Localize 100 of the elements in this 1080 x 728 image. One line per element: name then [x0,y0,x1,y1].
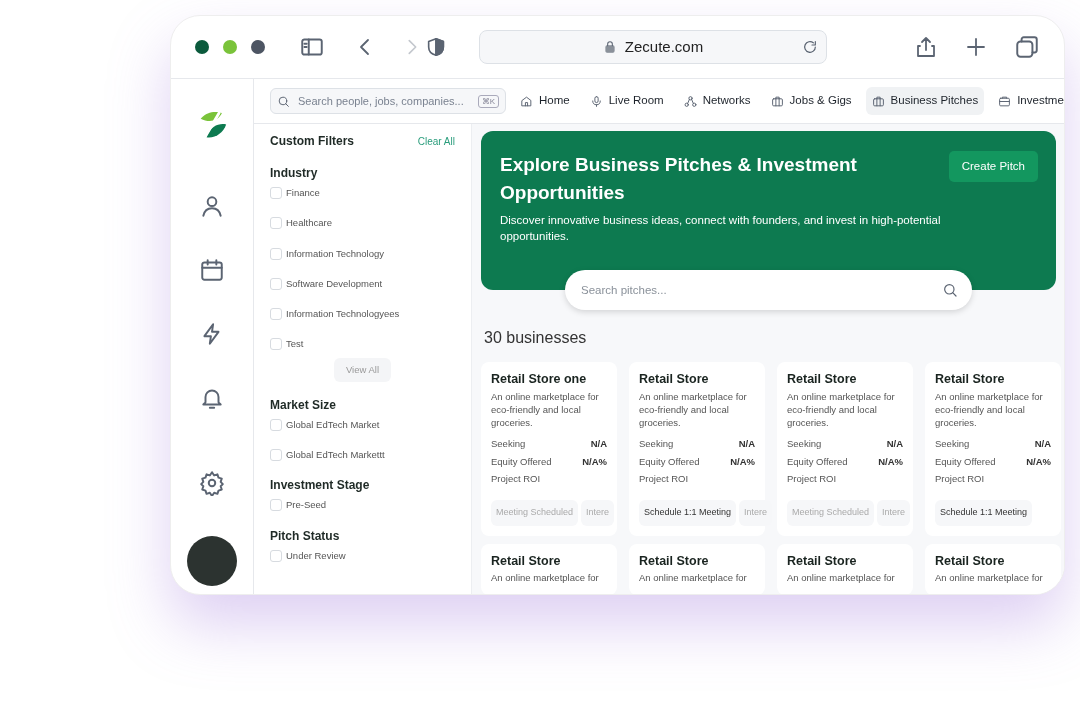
filter-option-label[interactable]: Finance [286,186,320,201]
card-action-button[interactable]: Schedule 1:1 Meeting [935,500,1033,526]
business-card[interactable]: Retail Store An online marketplace for eco-friendly and local groceries. Seeking N/A Equity Offered N/A% Project ROI Schedule 1:1 Meeting [925,362,1061,536]
stat-value: N/A [886,437,903,452]
card-title: Retail Store one [491,371,588,389]
stat-label: Project ROI [491,471,541,486]
nav-tab[interactable]: Networks [677,87,757,115]
reload-icon[interactable] [802,39,818,55]
stat-value: N/A [590,437,607,452]
filter-option-label[interactable]: Information Technology [286,246,385,261]
address-text: Zecute.com [624,36,704,57]
card-title: Retail Store [935,371,1006,389]
shortcut-key: ⌘K [477,94,499,108]
microphone-icon [589,94,603,108]
lock-icon [602,40,617,54]
create-pitch-button[interactable]: Create Pitch [948,151,1038,183]
stat-label: Seeking [491,437,526,452]
card-title: Retail Store [491,552,562,570]
stat-value: N/A [1034,437,1051,452]
stat-label: Project ROI [787,471,837,486]
filter-option-label[interactable]: Software Development [286,276,383,291]
result-count: 30 businesses [484,328,588,349]
nav-tab[interactable]: Business Pitches [865,87,985,115]
filter-option-label[interactable]: Information Technologyees [286,307,400,322]
checkbox[interactable] [270,187,282,200]
settings-icon[interactable] [199,469,225,496]
card-description: An online marketplace for eco-friendly and local groceries. [787,391,896,430]
nav-tab[interactable]: Jobs & Gigs [764,87,858,115]
pitch-search-box[interactable]: Search pitches... [565,270,972,311]
business-card[interactable]: Retail Store An online marketplace for [481,543,617,594]
checkbox[interactable] [270,217,282,230]
checkbox[interactable] [270,338,282,351]
filters-title: Custom Filters [270,133,354,150]
business-card[interactable]: Retail Store An online marketplace for [777,543,913,594]
filter-group-title: Industry [270,165,319,182]
plus-icon[interactable] [964,35,988,59]
card-description: An online marketplace for [787,572,896,586]
card-description: An online marketplace for eco-friendly and local groceries. [639,391,748,430]
stat-label: Equity Offered [787,454,848,469]
nav-tab[interactable]: Live Room [583,87,670,115]
filter-option-label[interactable]: Global EdTech Markettt [286,448,385,463]
stat-label: Seeking [935,437,970,452]
address-bar[interactable]: Zecute.com [479,30,827,64]
checkbox[interactable] [270,549,282,562]
card-title: Retail Store [787,371,858,389]
filter-group-title: Pitch Status [270,527,341,545]
checkbox[interactable] [270,449,282,462]
window-control-dot[interactable] [251,40,265,54]
card-title: Retail Store [935,552,1006,570]
nav-tab[interactable]: Investme [992,87,1064,115]
filter-group-title: Investment Stage [270,477,371,495]
card-action-button[interactable]: Schedule 1:1 Meeting [639,500,737,526]
card-description: An online marketplace for eco-friendly and local groceries. [491,391,600,430]
avatar[interactable] [187,536,237,586]
stat-label: Equity Offered [491,454,552,469]
checkbox[interactable] [270,277,282,290]
hero-subtitle: Discover innovative business ideas, connect with founders, and invest in high-potential opportunities. [500,213,942,245]
card-description: An online marketplace for [491,572,600,586]
window-control-dot[interactable] [223,40,237,54]
tabs-icon[interactable] [1014,34,1040,60]
card-description: An online marketplace for eco-friendly and local groceries. [935,391,1044,430]
shield-icon [425,35,447,59]
case-icon [998,94,1012,108]
filter-option-label[interactable]: Under Review [286,548,346,563]
window-control-dot[interactable] [195,40,209,54]
hero-title: Explore Business Pitches & Investment Opportunities [500,153,858,205]
calendar-icon[interactable] [199,257,225,283]
business-card[interactable]: Retail Store An online marketplace for [925,543,1061,594]
home-icon [520,94,533,108]
card-title: Retail Store [787,552,858,570]
checkbox[interactable] [270,499,282,512]
card-title: Retail Store [639,371,710,389]
stat-value: N/A [738,437,755,452]
card-description: An online marketplace for [639,572,748,586]
stat-label: Equity Offered [639,454,700,469]
stat-label: Equity Offered [935,454,996,469]
stat-value: N/A% [878,454,903,469]
stat-label: Seeking [787,437,822,452]
filter-option-label[interactable]: Global EdTech Market [286,417,380,432]
search-box[interactable]: Search people, jobs, companies... ⌘K [270,88,506,114]
filter-option-label[interactable]: Test [286,337,304,352]
checkbox[interactable] [270,247,282,260]
user-icon[interactable] [199,193,225,219]
search-icon [942,282,958,299]
nav-tab[interactable]: Home [514,87,576,115]
briefcase-icon [770,94,784,108]
filter-group-title: Market Size [270,396,338,414]
filter-option-label[interactable]: Healthcare [286,216,332,231]
card-title: Retail Store [639,552,710,570]
stat-value: N/A% [730,454,755,469]
checkbox[interactable] [270,418,282,431]
network-icon [683,94,697,108]
stat-value: N/A% [1026,454,1051,469]
share-icon[interactable] [914,34,938,60]
search-field[interactable]: Search people, jobs, companies... [296,91,472,111]
clear-all-link[interactable]: Clear All [417,133,455,149]
business-card[interactable]: Retail Store An online marketplace for [629,543,765,594]
filter-option-label[interactable]: Pre-Seed [286,498,327,513]
search-icon [277,94,290,108]
checkbox[interactable] [270,308,282,321]
